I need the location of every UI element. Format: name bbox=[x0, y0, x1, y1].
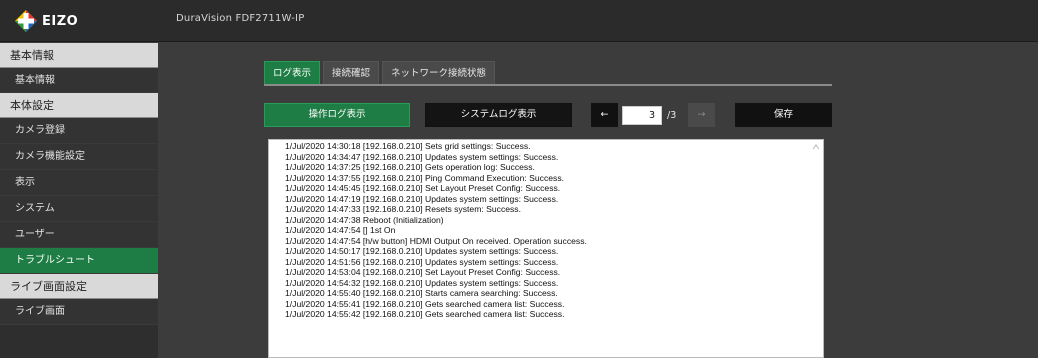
chevron-up-icon[interactable] bbox=[812, 143, 820, 151]
operation-log-button[interactable]: 操作ログ表示 bbox=[264, 103, 410, 127]
log-line: 1/Jul/2020 14:51:56 [192.168.0.210] Upda… bbox=[285, 256, 559, 267]
prev-page-button[interactable]: ← bbox=[591, 103, 618, 127]
log-line: 1/Jul/2020 14:47:54 [h/w button] HDMI Ou… bbox=[285, 235, 587, 246]
log-line: 1/Jul/2020 14:50:17 [192.168.0.210] Upda… bbox=[285, 246, 559, 256]
model-name: DuraVision FDF2711W-IP bbox=[176, 13, 305, 24]
log-line: 1/Jul/2020 14:54:32 [192.168.0.210] Upda… bbox=[285, 277, 559, 288]
log-list: 1/Jul/2020 14:30:18 [192.168.0.210] Sets… bbox=[269, 140, 823, 320]
system-log-button[interactable]: システムログ表示 bbox=[425, 103, 572, 127]
sidebar-item-live-screen[interactable]: ライブ画面 bbox=[0, 299, 158, 325]
log-viewer[interactable]: 1/Jul/2020 14:30:18 [192.168.0.210] Sets… bbox=[268, 139, 824, 358]
sidebar-item-camera-function[interactable]: カメラ機能設定 bbox=[0, 144, 158, 170]
sidebar-item-system[interactable]: システム bbox=[0, 196, 158, 222]
sidebar-item-troubleshoot[interactable]: トラブルシュート bbox=[0, 248, 158, 274]
page-number-input[interactable]: 3 bbox=[622, 106, 662, 125]
logo: EIZO bbox=[14, 8, 78, 34]
log-line: 1/Jul/2020 14:34:47 [192.168.0.210] Upda… bbox=[285, 151, 559, 162]
eizo-logo-icon bbox=[14, 9, 38, 33]
log-line: 1/Jul/2020 14:37:55 [192.168.0.210] Ping… bbox=[285, 172, 565, 183]
sidebar-section-basic-info[interactable]: 基本情報 bbox=[0, 43, 158, 68]
log-line: 1/Jul/2020 14:55:41 [192.168.0.210] Gets… bbox=[285, 298, 565, 309]
sidebar-section-device-settings[interactable]: 本体設定 bbox=[0, 93, 158, 118]
sidebar-item-user[interactable]: ユーザー bbox=[0, 222, 158, 248]
tab-connection-check[interactable]: 接続確認 bbox=[323, 61, 380, 85]
main-content: ログ表示 接続確認 ネットワーク接続状態 操作ログ表示 システムログ表示 ← 3… bbox=[158, 43, 1038, 358]
sidebar-item-display[interactable]: 表示 bbox=[0, 170, 158, 196]
top-bar: EIZO DuraVision FDF2711W-IP bbox=[0, 0, 1038, 42]
tab-log-view[interactable]: ログ表示 bbox=[264, 61, 321, 85]
log-line: 1/Jul/2020 14:47:38 Reboot (Initializati… bbox=[285, 214, 444, 225]
log-line: 1/Jul/2020 14:55:42 [192.168.0.210] Gets… bbox=[285, 309, 565, 319]
tab-underline bbox=[264, 84, 832, 86]
log-line: 1/Jul/2020 14:37:25 [192.168.0.210] Gets… bbox=[285, 162, 535, 172]
log-line: 1/Jul/2020 14:45:45 [192.168.0.210] Set … bbox=[285, 183, 561, 193]
save-button[interactable]: 保存 bbox=[735, 103, 832, 127]
tab-bar: ログ表示 接続確認 ネットワーク接続状態 bbox=[264, 61, 496, 85]
sidebar: 基本情報 基本情報 本体設定 カメラ登録 カメラ機能設定 表示 システム ユーザ… bbox=[0, 43, 158, 358]
log-line: 1/Jul/2020 14:47:19 [192.168.0.210] Upda… bbox=[285, 193, 559, 204]
sidebar-item-basic-info[interactable]: 基本情報 bbox=[0, 68, 158, 93]
log-line: 1/Jul/2020 14:53:04 [192.168.0.210] Set … bbox=[285, 267, 561, 277]
logo-text: EIZO bbox=[42, 13, 79, 29]
log-line: 1/Jul/2020 14:47:33 [192.168.0.210] Rese… bbox=[285, 204, 521, 214]
tab-network-status[interactable]: ネットワーク接続状態 bbox=[382, 61, 496, 85]
app-window: EIZO DuraVision FDF2711W-IP 基本情報 基本情報 本体… bbox=[0, 0, 1038, 358]
sidebar-section-live-settings[interactable]: ライブ画面設定 bbox=[0, 274, 158, 299]
log-line: 1/Jul/2020 14:55:40 [192.168.0.210] Star… bbox=[285, 288, 558, 298]
log-line: 1/Jul/2020 14:30:18 [192.168.0.210] Sets… bbox=[285, 141, 531, 151]
sidebar-item-camera-registration[interactable]: カメラ登録 bbox=[0, 118, 158, 144]
log-scrollbar[interactable] bbox=[809, 140, 823, 357]
log-line: 1/Jul/2020 14:47:54 [] 1st On bbox=[285, 225, 396, 235]
next-page-button[interactable]: → bbox=[688, 103, 715, 127]
page-total: /3 bbox=[667, 110, 677, 121]
